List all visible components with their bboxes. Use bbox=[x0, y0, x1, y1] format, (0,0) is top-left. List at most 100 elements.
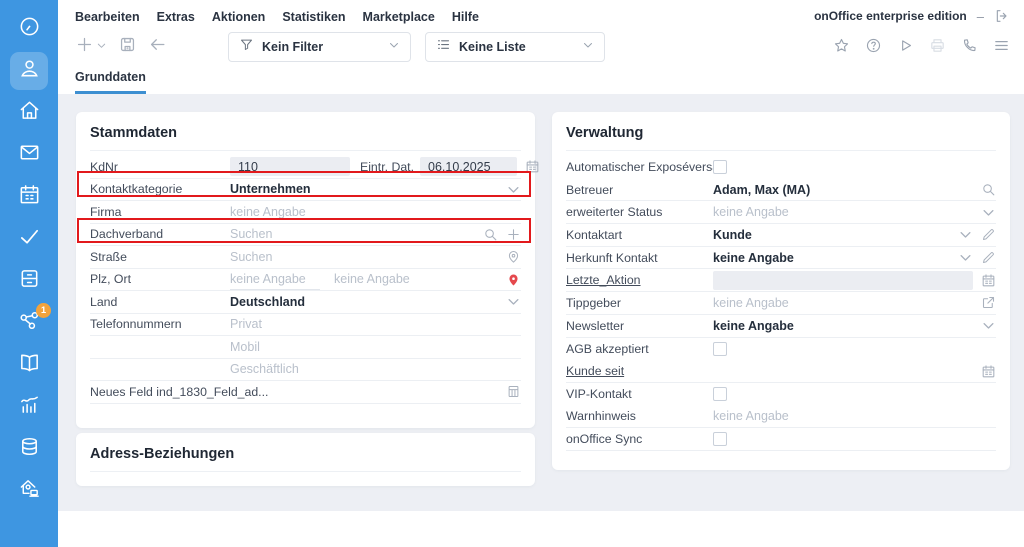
logout-icon[interactable] bbox=[994, 8, 1010, 24]
row-dachverband: Dachverband bbox=[90, 224, 521, 247]
agb-checkbox[interactable] bbox=[713, 342, 727, 356]
land-value: Deutschland bbox=[230, 295, 498, 309]
tab-bar: Grunddaten bbox=[75, 66, 146, 94]
menu-hilfe[interactable]: Hilfe bbox=[452, 10, 479, 24]
add-record-button[interactable] bbox=[75, 35, 107, 59]
play-button[interactable] bbox=[897, 37, 914, 59]
pencil-icon[interactable] bbox=[981, 227, 996, 242]
onoffice-sync-checkbox[interactable] bbox=[713, 432, 727, 446]
expose-checkbox[interactable] bbox=[713, 160, 727, 174]
row-land: Land Deutschland bbox=[90, 291, 521, 314]
neues-feld-label: Neues Feld ind_1830_Feld_ad... bbox=[90, 385, 290, 399]
land-select[interactable]: Deutschland bbox=[230, 291, 521, 313]
star-icon bbox=[833, 37, 850, 59]
firma-input[interactable] bbox=[230, 203, 521, 221]
list-dropdown[interactable]: Keine Liste bbox=[425, 32, 605, 62]
list-dropdown-value: Keine Liste bbox=[459, 40, 574, 54]
phone-button[interactable] bbox=[961, 37, 978, 59]
plz-input[interactable] bbox=[230, 270, 320, 288]
calendar-icon[interactable] bbox=[981, 273, 996, 288]
pin-filled-icon[interactable] bbox=[506, 272, 521, 287]
sidebar-item-files[interactable] bbox=[10, 262, 48, 300]
chevron-down-icon bbox=[958, 250, 973, 265]
eintr-dat-input[interactable] bbox=[420, 157, 517, 176]
sidebar-item-properties[interactable] bbox=[10, 94, 48, 132]
more-menu-button[interactable] bbox=[993, 37, 1010, 59]
kdnr-input[interactable] bbox=[230, 157, 350, 176]
check-icon bbox=[18, 225, 41, 253]
calendar-icon[interactable] bbox=[981, 364, 996, 379]
sidebar: 1 bbox=[0, 0, 58, 547]
menu-statistiken[interactable]: Statistiken bbox=[282, 10, 345, 24]
calendar-icon[interactable] bbox=[525, 159, 540, 174]
sidebar-item-dashboard[interactable] bbox=[10, 10, 48, 48]
sidebar-item-homeoffice[interactable] bbox=[10, 472, 48, 510]
menu-aktionen[interactable]: Aktionen bbox=[212, 10, 265, 24]
table-icon[interactable] bbox=[506, 384, 521, 399]
ort-input[interactable] bbox=[334, 270, 498, 288]
print-button[interactable] bbox=[929, 37, 946, 59]
menu-extras[interactable]: Extras bbox=[157, 10, 195, 24]
row-strasse: Straße bbox=[90, 246, 521, 269]
minimize-dash: – bbox=[977, 9, 984, 24]
kunde-seit-input[interactable] bbox=[713, 362, 973, 380]
strasse-search-input[interactable] bbox=[230, 248, 498, 266]
play-icon bbox=[897, 37, 914, 59]
search-icon[interactable] bbox=[483, 227, 498, 242]
adress-beziehungen-title: Adress-Beziehungen bbox=[76, 433, 535, 471]
database-icon bbox=[18, 435, 41, 463]
menu-marketplace[interactable]: Marketplace bbox=[363, 10, 435, 24]
sidebar-item-tasks[interactable] bbox=[10, 220, 48, 258]
save-button[interactable] bbox=[118, 35, 137, 59]
archive-icon bbox=[18, 267, 41, 295]
onoffice-sync-label: onOffice Sync bbox=[566, 432, 713, 446]
vip-checkbox[interactable] bbox=[713, 387, 727, 401]
row-telefon-mobil bbox=[90, 336, 521, 359]
kontaktart-select[interactable]: Kunde bbox=[713, 224, 996, 246]
erweiterter-status-select[interactable]: keine Angabe bbox=[713, 201, 996, 223]
verwaltung-title: Verwaltung bbox=[552, 112, 1010, 150]
chevron-down-icon bbox=[506, 182, 521, 197]
plus-icon[interactable] bbox=[506, 227, 521, 242]
kontaktkategorie-select[interactable]: Unternehmen bbox=[230, 179, 521, 201]
search-icon[interactable] bbox=[981, 182, 996, 197]
sidebar-item-contacts[interactable] bbox=[10, 52, 48, 90]
sidebar-item-data[interactable] bbox=[10, 430, 48, 468]
herkunft-select[interactable]: keine Angabe bbox=[713, 247, 996, 269]
sidebar-item-process[interactable]: 1 bbox=[10, 304, 48, 342]
betreuer-label: Betreuer bbox=[566, 183, 713, 197]
sidebar-item-statistics[interactable] bbox=[10, 388, 48, 426]
external-link-icon[interactable] bbox=[981, 295, 996, 310]
back-button[interactable] bbox=[148, 35, 167, 59]
telefon-mobil-input[interactable] bbox=[230, 338, 521, 356]
save-icon bbox=[118, 35, 137, 59]
tippgeber-input[interactable] bbox=[713, 294, 973, 312]
pencil-icon[interactable] bbox=[981, 250, 996, 265]
main-content: Stammdaten KdNr Eintr. Dat. Kontaktkateg… bbox=[58, 94, 1024, 511]
warnhinweis-input[interactable] bbox=[713, 407, 996, 425]
sidebar-item-calendar[interactable] bbox=[10, 178, 48, 216]
row-vip: VIP-Kontakt bbox=[566, 383, 996, 406]
land-label: Land bbox=[90, 295, 230, 309]
book-icon bbox=[18, 351, 41, 379]
letzte-aktion-input[interactable] bbox=[713, 271, 973, 290]
sidebar-item-email[interactable] bbox=[10, 136, 48, 174]
row-agb: AGB akzeptiert bbox=[566, 338, 996, 361]
help-button[interactable] bbox=[865, 37, 882, 59]
newsletter-select[interactable]: keine Angabe bbox=[713, 315, 996, 337]
menu-bearbeiten[interactable]: Bearbeiten bbox=[75, 10, 140, 24]
row-kontaktart: Kontaktart Kunde bbox=[566, 224, 996, 247]
telefon-geschaeftlich-input[interactable] bbox=[230, 360, 521, 378]
row-telefon-geschaeftlich bbox=[90, 359, 521, 382]
kontaktkategorie-value: Unternehmen bbox=[230, 182, 498, 196]
filter-icon bbox=[239, 37, 254, 57]
favorite-button[interactable] bbox=[833, 37, 850, 59]
filter-dropdown[interactable]: Kein Filter bbox=[228, 32, 411, 62]
sidebar-item-knowledge[interactable] bbox=[10, 346, 48, 384]
row-warnhinweis: Warnhinweis bbox=[566, 406, 996, 429]
telefon-privat-input[interactable] bbox=[230, 315, 521, 333]
tab-grunddaten[interactable]: Grunddaten bbox=[75, 66, 146, 94]
neues-feld-input[interactable] bbox=[290, 383, 498, 401]
pin-icon[interactable] bbox=[506, 249, 521, 264]
dachverband-search-input[interactable] bbox=[230, 225, 475, 243]
